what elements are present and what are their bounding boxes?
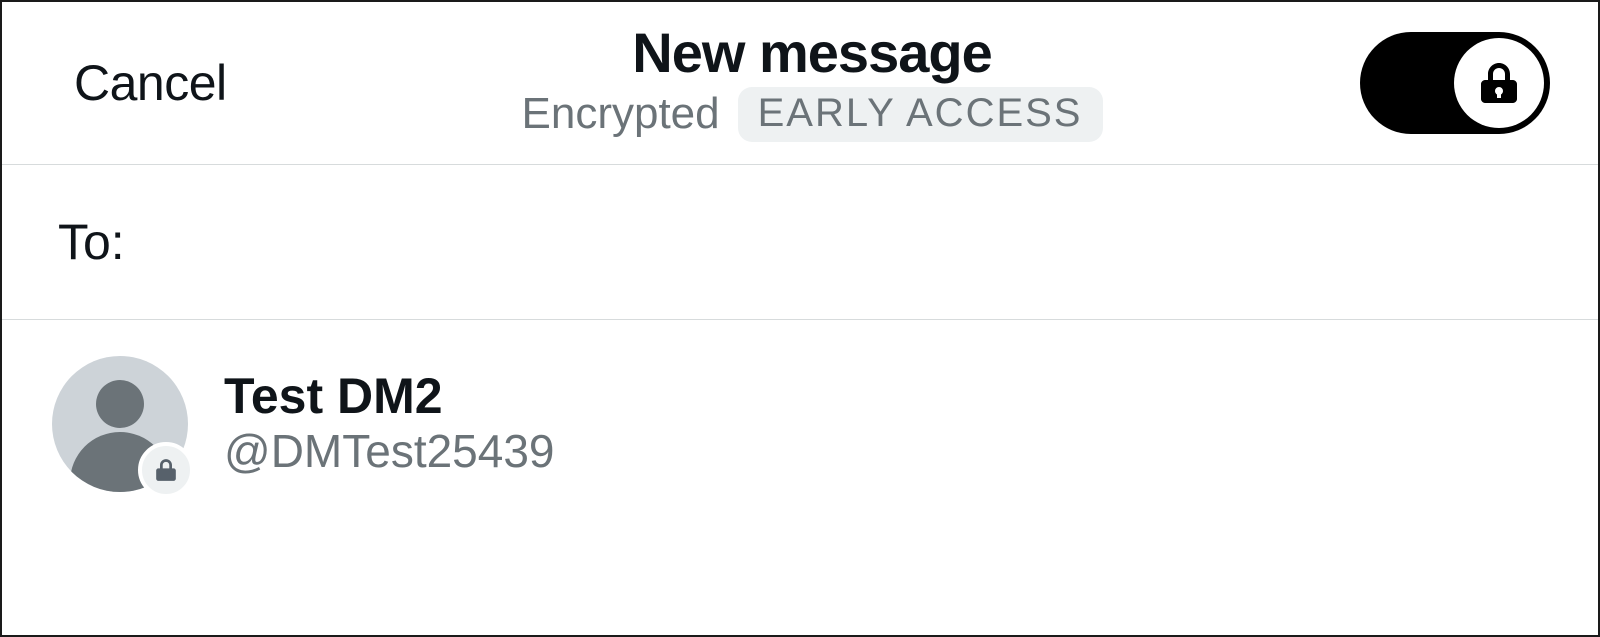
lock-icon [155,458,177,482]
recipient-input[interactable] [149,214,1542,269]
avatar [52,356,188,492]
contact-text: Test DM2 @DMTest25439 [224,369,555,479]
lock-icon [1479,61,1519,105]
contact-suggestion[interactable]: Test DM2 @DMTest25439 [2,320,1598,528]
toggle-wrap [1290,32,1550,134]
encryption-toggle[interactable] [1360,32,1550,134]
contact-handle: @DMTest25439 [224,424,555,479]
page-title: New message [632,24,991,83]
cancel-button[interactable]: Cancel [74,54,334,112]
to-label: To: [58,213,125,271]
new-message-screen: Cancel New message Encrypted EARLY ACCES… [0,0,1600,637]
subtitle-row: Encrypted EARLY ACCESS [522,87,1103,142]
early-access-badge: EARLY ACCESS [738,87,1103,142]
toggle-knob [1454,38,1544,128]
encrypted-label: Encrypted [522,89,720,139]
contact-name: Test DM2 [224,369,555,424]
to-row: To: [2,165,1598,320]
avatar-lock-badge [138,442,194,498]
header: Cancel New message Encrypted EARLY ACCES… [2,2,1598,165]
title-block: New message Encrypted EARLY ACCESS [334,24,1290,142]
